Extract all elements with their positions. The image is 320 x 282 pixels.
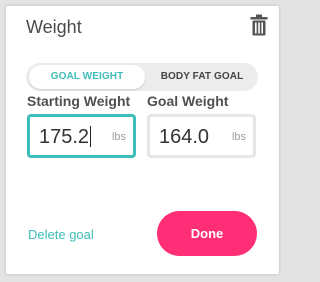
goal-type-toggle: GOAL WEIGHT BODY FAT GOAL — [26, 63, 258, 91]
trash-icon[interactable] — [250, 14, 268, 36]
goal-weight-input[interactable]: 164.0 lbs — [147, 114, 256, 158]
goal-weight-label: Goal Weight — [147, 93, 229, 109]
text-caret — [90, 126, 92, 147]
dialog-title: Weight — [26, 17, 82, 37]
tab-body-fat-goal[interactable]: BODY FAT GOAL — [149, 65, 255, 89]
goal-weight-unit: lbs — [231, 131, 246, 143]
done-button[interactable]: Done — [157, 211, 257, 256]
starting-weight-input[interactable]: 175.2 lbs — [27, 114, 136, 158]
goal-weight-value: 164.0 — [159, 126, 210, 148]
starting-weight-value: 175.2 — [39, 126, 92, 148]
starting-weight-unit: lbs — [111, 131, 126, 143]
tab-goal-weight[interactable]: GOAL WEIGHT — [29, 65, 145, 89]
goal-dialog: Weight GOAL WEIGHT BODY FAT GOAL Startin… — [6, 6, 279, 274]
delete-goal-link[interactable]: Delete goal — [28, 227, 94, 243]
starting-weight-label: Starting Weight — [27, 93, 131, 109]
